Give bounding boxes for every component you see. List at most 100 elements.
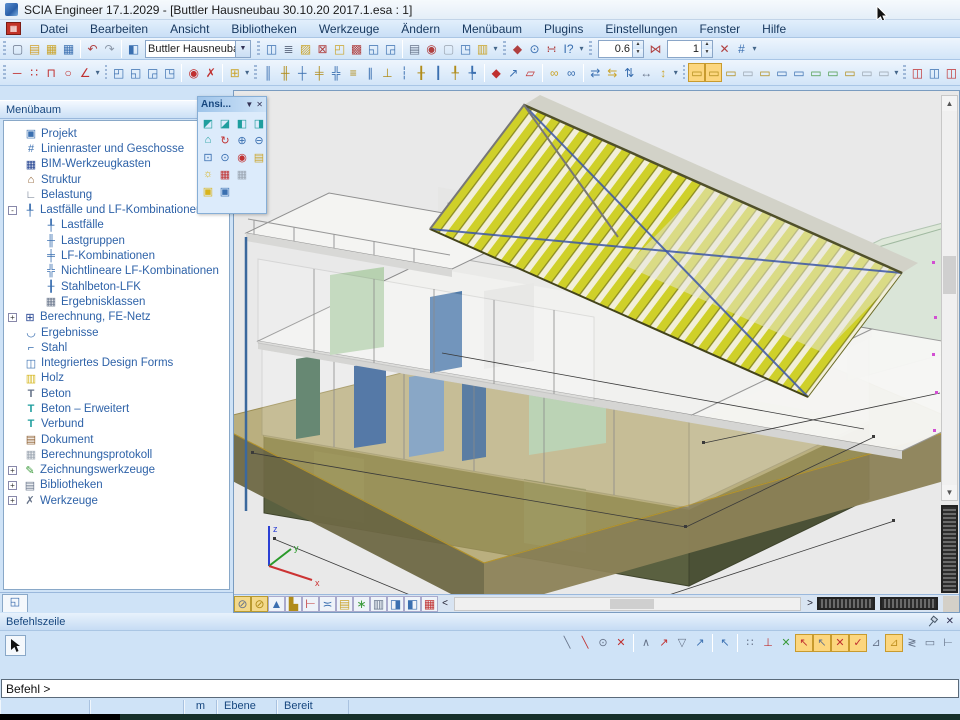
binocular-2-icon[interactable]: ∞ [563,63,580,82]
expand-toggle[interactable]: + [8,496,17,505]
expand-toggle[interactable]: + [8,481,17,490]
sidebar-item-projekt[interactable]: ▣Projekt [4,126,229,141]
bim-3-icon[interactable]: ◲ [144,63,161,82]
sidebar-item-werkzeuge[interactable]: +✗Werkzeuge [4,493,229,508]
window-icon[interactable]: ◧ [125,39,142,58]
scroll-right-icon[interactable]: > [803,598,817,609]
node-icon[interactable]: ◆ [488,63,505,82]
project-combo[interactable]: Buttler Hausneubau ▼ [145,40,251,58]
sidebar-item-dokument[interactable]: ▤Dokument [4,432,229,447]
scroll-down-icon[interactable]: ▼ [942,485,957,500]
column-icon[interactable]: ╫ [277,63,294,82]
snap-perpendicular-icon[interactable]: ⊥ [759,634,777,652]
sidebar-item-holz[interactable]: ▥Holz [4,371,229,386]
snap-arc-center-icon[interactable]: ≷ [903,634,921,652]
eye-icon[interactable]: ◉ [185,63,202,82]
view-params-2-icon[interactable]: ◧ [404,596,421,612]
zoom-icon[interactable]: ⊙ [526,39,543,58]
save-as-icon[interactable]: ▦ [60,39,77,58]
sidebar-item-stahl[interactable]: ⌐Stahl [4,340,229,355]
menu-bibliotheken[interactable]: Bibliotheken [220,21,307,37]
picture-icon[interactable]: ▥ [474,39,491,58]
section-2-icon[interactable]: ◫ [926,63,943,82]
sidebar-item-lastgruppen[interactable]: ╫Lastgruppen [4,233,229,248]
model-3d-scene[interactable]: z y x [234,91,944,596]
scroll-up-icon[interactable]: ▲ [942,96,957,111]
sidebar-item-integriertes-design-forms[interactable]: ◫Integriertes Design Forms [4,355,229,370]
light-icon[interactable]: ☼ [200,166,216,182]
sidebar-item-lastfalle[interactable]: ╀Lastfälle [4,218,229,233]
activity-icon[interactable]: ▦ [421,596,438,612]
bim-2-icon[interactable]: ◱ [127,63,144,82]
menu-werkzeuge[interactable]: Werkzeuge [308,21,390,37]
connect-icon[interactable]: ⋈ [647,39,664,58]
title-bar[interactable]: SCIA Engineer 17.1.2029 - [Buttler Hausn… [0,0,960,20]
scale-spinner[interactable]: 0.6 ▲▼ [598,40,644,58]
zoom-out-icon[interactable]: ⊖ [251,132,267,148]
bim-4-icon[interactable]: ◳ [161,63,178,82]
zoom-all-icon[interactable]: ⊙ [217,149,233,165]
bim-1-icon[interactable]: ◰ [110,63,127,82]
layer-5-icon[interactable]: ▭ [756,63,773,82]
toolbar-handle[interactable] [683,65,686,81]
grid-display-icon[interactable]: ▥ [370,596,387,612]
expand-toggle[interactable]: - [8,206,17,215]
palette-menu-icon[interactable]: ▼ [245,100,253,109]
snap-line-icon[interactable]: ╲ [558,634,576,652]
view-axo-icon[interactable]: ◨ [251,115,267,131]
rotation-wheel-horizontal[interactable] [817,597,875,610]
toolbar-handle[interactable] [257,41,260,57]
print-icon[interactable]: ▤ [406,39,423,58]
view-settings-icon[interactable]: ▤ [251,149,267,165]
status-plane[interactable]: Ebene XY [217,700,277,714]
scroll-left-icon[interactable]: < [438,598,452,609]
support-icon[interactable]: ⊥ [379,63,396,82]
toolbar-handle[interactable] [105,65,108,81]
rafter-icon[interactable]: ╪ [311,63,328,82]
frame-icon[interactable]: ◲ [382,39,399,58]
grid-icon[interactable]: ▨ [297,39,314,58]
snap-dim-icon[interactable]: ▭ [921,634,939,652]
menu-menuebaum[interactable]: Menübaum [451,21,533,37]
toolbar-overflow-icon[interactable]: ▾ [577,44,586,53]
hinge-icon[interactable]: ┆ [396,63,413,82]
toolbar-overflow-icon[interactable]: ▾ [750,44,759,53]
toolbar-overflow-icon[interactable]: ▾ [243,68,251,77]
redo-icon[interactable]: ↷ [101,39,118,58]
toolbar-handle[interactable] [3,65,6,81]
sidebar-item-lf-kombinationen[interactable]: ╪LF-Kombinationen [4,248,229,263]
axis-display-icon[interactable]: ▲ [268,596,285,612]
table-icon[interactable]: ▩ [348,39,365,58]
layer-4-icon[interactable]: ▭ [739,63,756,82]
spin-up-icon[interactable]: ▲ [633,41,643,49]
snap-display-icon[interactable]: ∗ [353,596,370,612]
layer-1-icon[interactable]: ▭ [688,63,705,82]
spin-down-icon[interactable]: ▼ [633,49,643,57]
delete-icon[interactable]: ⊠ [314,39,331,58]
sidebar-item-linienraster-und-geschosse[interactable]: #Linienraster und Geschosse [4,141,229,156]
toolbar-overflow-icon[interactable]: ▾ [94,68,102,77]
selection-cursor-button[interactable] [5,635,26,656]
rib-icon[interactable]: ┃ [430,63,447,82]
snap-endpoint-icon[interactable]: ↖ [795,634,813,652]
snap-midpoint-icon[interactable]: ↖ [813,634,831,652]
zoom-in-icon[interactable]: ⊕ [234,132,250,148]
bracket-icon[interactable]: ⊓ [43,63,60,82]
combo-dropdown-icon[interactable]: ▼ [235,41,250,57]
copy-move-icon[interactable]: ⇆ [604,63,621,82]
sidebar-item-verbund[interactable]: TVerbund [4,417,229,432]
label-display-icon[interactable]: ⊢ [302,596,319,612]
sidebar-item-beton[interactable]: TBeton [4,386,229,401]
menu-plugins[interactable]: Plugins [533,21,594,37]
spin-up-icon[interactable]: ▲ [702,41,712,49]
sidebar-item-ergebnisklassen[interactable]: ▦Ergebnisklassen [4,294,229,309]
open-folder-icon[interactable]: ⊞ [226,63,243,82]
render-mode-2-icon[interactable]: ⊘ [251,596,268,612]
section-3-icon[interactable]: ◫ [943,63,960,82]
view-side-icon[interactable]: ◧ [234,115,250,131]
select-cursor-icon[interactable]: ↖ [716,634,734,652]
plane-icon[interactable]: ▱ [522,63,539,82]
doc-icon[interactable]: ◱ [365,39,382,58]
snap-vector-icon[interactable]: ↗ [691,634,709,652]
new-project-icon[interactable]: ▢ [9,39,26,58]
